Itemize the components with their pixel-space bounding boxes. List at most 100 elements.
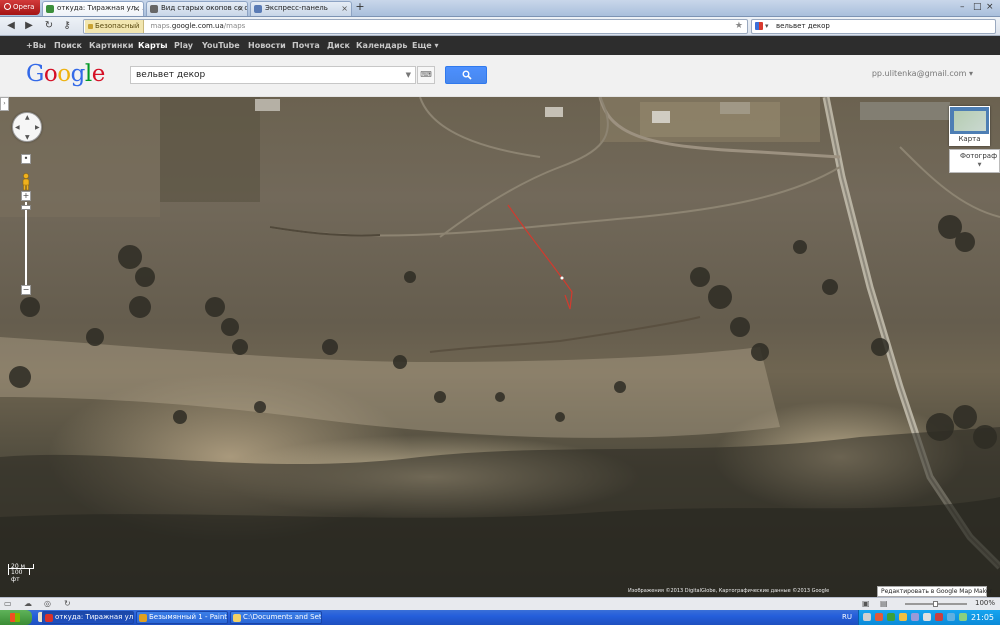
forward-icon[interactable]: ▶ [22, 19, 36, 33]
bookmark-star-icon[interactable]: ★ [735, 20, 743, 33]
new-tab-button[interactable]: + [353, 1, 367, 15]
navigation-bar: ◀ ▶ ↻ ⚷ Безопасный maps.google.com.ua/map… [0, 17, 1000, 36]
url-domain: google.com.ua [171, 22, 224, 30]
photos-dropdown[interactable]: Фотограф ▼ [949, 149, 1000, 173]
task-paint[interactable]: Безымянный 1 - Paint [136, 611, 228, 624]
tray-icon[interactable] [887, 613, 895, 621]
satellite-map[interactable] [0, 97, 1000, 597]
tab-close-icon[interactable]: × [133, 2, 140, 15]
security-badge[interactable]: Безопасный [85, 20, 145, 33]
network-icon[interactable] [959, 613, 967, 621]
gbar-link-maps[interactable]: Карты [138, 36, 168, 55]
zoom-out-button[interactable]: − [21, 285, 31, 295]
tab-close-icon[interactable]: × [341, 2, 348, 15]
image-icon[interactable]: ▤ [880, 599, 888, 609]
panel-icon[interactable]: ▭ [4, 599, 12, 609]
task-label: Безымянный 1 - Paint [149, 613, 228, 621]
opera-menu-label: Opera [13, 3, 35, 11]
tray-icon[interactable] [863, 613, 871, 621]
pan-control[interactable]: ▲ ▼ ◀ ▶ [12, 112, 42, 142]
clock[interactable]: 21:05 [971, 611, 994, 624]
minimize-icon[interactable]: – [960, 0, 965, 14]
imagery-credit: Изображения ©2013 DigitalGlobe, Картогра… [628, 588, 830, 594]
browser-search-value: вельвет декор [776, 22, 830, 30]
grid-favicon-icon [254, 5, 262, 13]
volume-icon[interactable] [947, 613, 955, 621]
language-indicator[interactable]: RU [842, 611, 852, 624]
map-type-label: Карта [950, 134, 989, 145]
gbar-link-search[interactable]: Поиск [54, 36, 82, 55]
search-icon [462, 70, 472, 80]
task-explorer[interactable]: C:\Documents and Set... [230, 611, 322, 624]
tray-icon[interactable] [875, 613, 883, 621]
zoom-in-button[interactable]: + [21, 191, 31, 201]
tab-speed-dial[interactable]: Экспресс-панель × [250, 1, 352, 16]
back-icon[interactable]: ◀ [4, 19, 18, 33]
tray-icon[interactable] [911, 613, 919, 621]
reload-icon[interactable]: ↻ [42, 19, 56, 33]
tab-trenches[interactable]: Вид старых окопов со с... × [146, 1, 248, 16]
pan-up-icon[interactable]: ▲ [25, 115, 30, 121]
tray-icon[interactable] [923, 613, 931, 621]
zoom-slider-thumb[interactable] [21, 205, 31, 210]
keyboard-icon[interactable]: ⌨ [417, 66, 435, 84]
search-button[interactable] [445, 66, 487, 84]
page-zoom-thumb[interactable] [933, 601, 938, 607]
system-tray: 21:05 [858, 610, 1000, 625]
tray-icon[interactable] [899, 613, 907, 621]
gbar-link-plus[interactable]: +Вы [26, 36, 46, 55]
folder-icon [233, 614, 241, 622]
reload-icon[interactable]: ↻ [64, 599, 71, 609]
chevron-down-icon[interactable]: ▼ [406, 67, 411, 83]
maps-search-input[interactable]: вельвет декор ▼ [130, 66, 416, 84]
zoom-slider-track[interactable] [25, 202, 27, 287]
page-zoom-slider[interactable] [905, 601, 967, 607]
view-icon[interactable]: ▣ [862, 599, 870, 609]
tab-title: откуда: Тиражная ул.; ... [57, 4, 144, 12]
chevron-down-icon[interactable]: ▾ [765, 20, 769, 33]
page-zoom-value[interactable]: 100% [975, 599, 995, 607]
logo-letter: G [26, 61, 44, 87]
windows-logo-icon [10, 613, 20, 622]
turbo-icon[interactable]: ◎ [44, 599, 51, 609]
task-opera[interactable]: откуда: Тиражная ул... [42, 611, 134, 624]
chevron-down-icon[interactable]: ▼ [960, 162, 999, 168]
compass-reset-button[interactable]: • [21, 154, 31, 164]
start-button[interactable] [0, 610, 32, 625]
mapmaker-link[interactable]: Редактировать в Google Map Maker [877, 586, 992, 597]
tab-close-icon[interactable]: × [237, 2, 244, 15]
google-logo[interactable]: Google [26, 61, 105, 87]
tab-directions[interactable]: откуда: Тиражная ул.; ... × [42, 1, 144, 16]
gbar-link-images[interactable]: Картинки [89, 36, 133, 55]
pan-left-icon[interactable]: ◀ [15, 125, 20, 131]
browser-search-field[interactable]: ▾ вельвет декор [751, 19, 996, 34]
opera-logo-icon [4, 3, 11, 10]
pan-down-icon[interactable]: ▼ [25, 135, 30, 141]
search-engine-icon[interactable] [755, 22, 763, 30]
key-icon[interactable]: ⚷ [60, 19, 74, 33]
maximize-icon[interactable]: □ [973, 0, 982, 14]
tray-icon[interactable] [935, 613, 943, 621]
url-text: maps.google.com.ua/maps [150, 22, 245, 30]
google-header: Google вельвет декор ▼ ⌨ pp.ulitenka@gma… [0, 55, 1000, 97]
cloud-icon[interactable]: ☁ [24, 599, 32, 609]
gbar-link-drive[interactable]: Диск [327, 36, 350, 55]
url-path: /maps [223, 22, 246, 30]
cross-favicon-icon [150, 5, 158, 13]
gbar-link-calendar[interactable]: Календарь [356, 36, 407, 55]
opera-menu-button[interactable]: Opera [0, 0, 40, 15]
pan-right-icon[interactable]: ▶ [35, 125, 40, 131]
pegman-icon[interactable] [20, 173, 32, 191]
logo-letter: o [43, 61, 58, 87]
gbar-link-play[interactable]: Play [174, 36, 193, 55]
gbar-link-more[interactable]: Еще ▾ [412, 36, 439, 55]
logo-letter: g [70, 61, 86, 87]
account-menu[interactable]: pp.ulitenka@gmail.com ▾ [872, 69, 973, 78]
map-type-toggle[interactable]: Карта [949, 106, 990, 146]
panel-toggle-button[interactable]: › [0, 97, 9, 111]
gbar-link-youtube[interactable]: YouTube [202, 36, 240, 55]
address-field[interactable]: Безопасный maps.google.com.ua/maps ★ [83, 19, 748, 34]
gbar-link-mail[interactable]: Почта [292, 36, 320, 55]
close-window-icon[interactable]: × [986, 0, 994, 14]
gbar-link-news[interactable]: Новости [248, 36, 286, 55]
